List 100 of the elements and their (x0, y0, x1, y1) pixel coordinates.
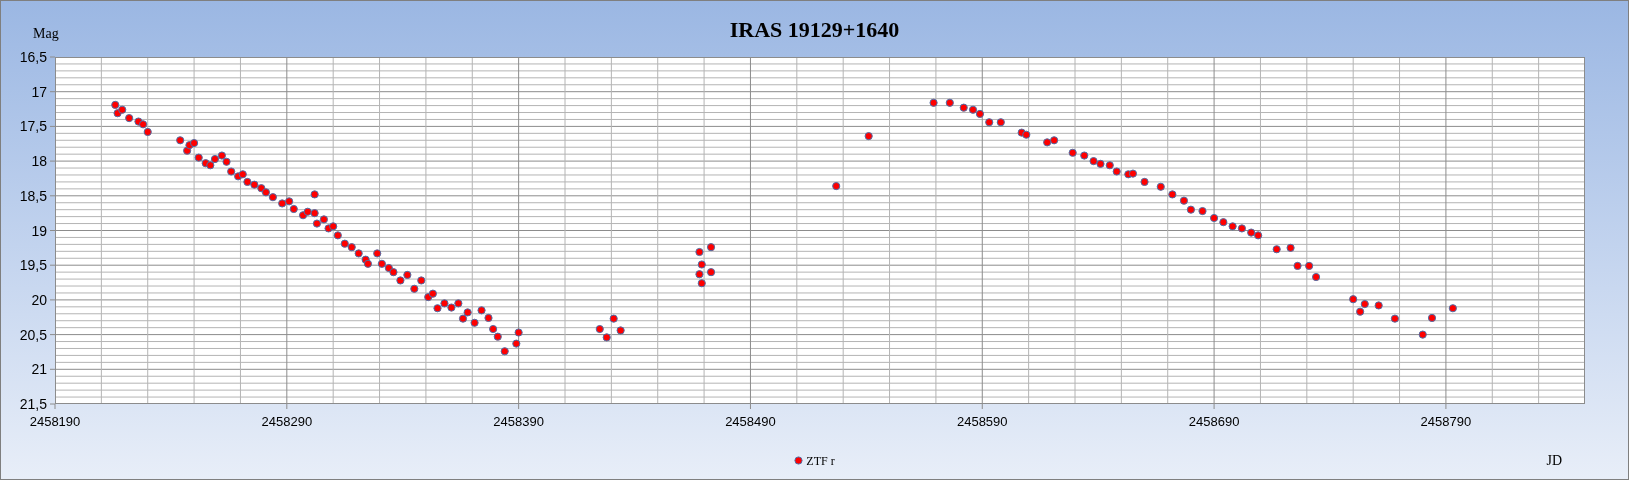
data-point (310, 190, 319, 199)
data-point (832, 182, 841, 191)
data-point (454, 299, 463, 308)
y-axis-title: Mag (33, 25, 59, 43)
data-point (289, 204, 298, 214)
data-point (697, 279, 706, 288)
data-point (959, 103, 968, 112)
data-point (111, 100, 120, 109)
data-point (1068, 148, 1077, 157)
data-point (1080, 151, 1089, 160)
data-point (278, 199, 287, 208)
data-point (1096, 159, 1105, 168)
data-point (493, 332, 502, 341)
data-point (1089, 157, 1098, 166)
data-point (602, 333, 611, 342)
data-point (303, 207, 312, 216)
x-tick-label: 2458590 (955, 413, 1009, 431)
data-point (470, 318, 479, 327)
data-point (1418, 330, 1427, 339)
chart-title: IRAS 19129+1640 (729, 15, 900, 44)
data-point (1179, 196, 1189, 205)
data-point (1374, 301, 1383, 310)
data-point (1186, 205, 1195, 214)
data-point (417, 276, 426, 285)
data-point (595, 324, 604, 334)
legend-marker-icon (794, 456, 804, 465)
data-point (268, 193, 277, 202)
y-tick-label: 17,5 (19, 118, 47, 135)
data-point (1356, 307, 1365, 316)
data-point (403, 270, 412, 279)
data-point (333, 231, 342, 240)
data-point (864, 132, 873, 141)
data-point (1210, 213, 1219, 223)
data-point (440, 299, 449, 308)
data-point (433, 304, 442, 313)
data-point (1237, 224, 1246, 233)
legend-label: ZTF r (806, 452, 835, 470)
data-point (609, 314, 618, 323)
data-point (410, 284, 419, 293)
data-point (616, 326, 625, 335)
data-point (190, 138, 199, 148)
data-point (1022, 130, 1031, 139)
data-point (1349, 295, 1358, 304)
data-point (377, 259, 386, 268)
data-point (1272, 245, 1281, 254)
x-tick-label: 2458690 (1187, 413, 1241, 431)
data-point (183, 146, 192, 155)
data-point (222, 157, 231, 166)
y-tick-label: 21,5 (19, 396, 47, 412)
data-point (1168, 190, 1177, 199)
y-tick-label: 19 (31, 222, 47, 239)
data-point (347, 243, 356, 252)
data-point (261, 188, 271, 197)
y-tick-label: 16,5 (19, 49, 47, 65)
y-tick-label: 18,5 (19, 187, 47, 204)
data-point (1128, 169, 1138, 178)
data-point (238, 170, 247, 179)
data-point (706, 243, 716, 252)
data-point (706, 268, 716, 277)
data-point (206, 161, 215, 170)
data-point (1254, 231, 1263, 240)
data-point (363, 259, 373, 268)
data-point (695, 270, 704, 279)
data-point (1448, 304, 1457, 313)
data-point (1112, 167, 1121, 176)
data-point (243, 177, 252, 186)
data-point (354, 249, 363, 258)
x-tick-label: 2458190 (28, 413, 82, 431)
data-point (1043, 138, 1052, 147)
data-point (125, 113, 134, 123)
y-tick-label: 21 (31, 361, 47, 378)
data-point (1293, 261, 1302, 270)
data-point (1247, 228, 1256, 237)
data-point (250, 180, 259, 189)
data-point (945, 98, 954, 107)
data-point (329, 222, 338, 231)
data-point (929, 98, 938, 107)
x-tick-label: 2458790 (1419, 413, 1473, 431)
data-point (1390, 314, 1399, 323)
data-point (1286, 243, 1295, 252)
data-point (1305, 261, 1314, 270)
data-point (176, 136, 185, 145)
data-point (1105, 161, 1114, 170)
data-point (968, 105, 978, 114)
data-point (512, 339, 521, 348)
data-point (373, 249, 382, 258)
y-tick-label: 19,5 (19, 257, 47, 274)
x-tick-label: 2458490 (724, 413, 777, 431)
data-point (985, 118, 994, 127)
data-point (428, 289, 437, 298)
data-point (1360, 299, 1369, 309)
data-point (340, 239, 349, 248)
y-tick-label: 20,5 (19, 326, 47, 343)
data-point (227, 167, 236, 176)
x-tick-label: 2458390 (492, 413, 545, 431)
data-point (489, 324, 498, 334)
data-point (310, 209, 319, 218)
data-point (996, 118, 1005, 127)
data-point (463, 308, 472, 317)
data-point (396, 276, 405, 285)
